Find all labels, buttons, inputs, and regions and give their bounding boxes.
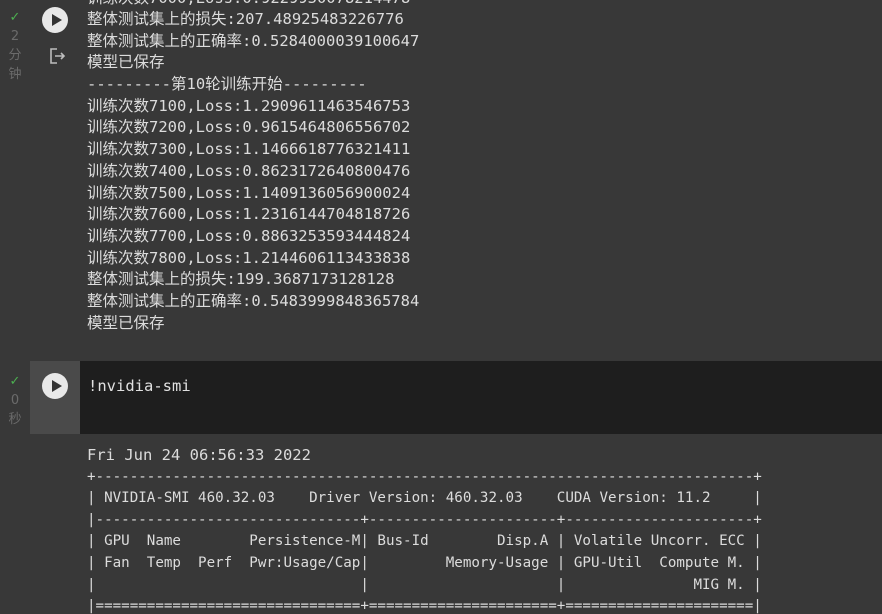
table-row: | GPU Name Persistence-M| Bus-Id Disp.A … bbox=[87, 533, 762, 549]
run-cell-button[interactable] bbox=[42, 373, 68, 399]
run-cell-button[interactable] bbox=[42, 7, 68, 33]
cell1-status: ✓ 2 分 钟 bbox=[0, 8, 30, 84]
output-line: 训练次数7500,Loss:1.1409136056900024 bbox=[87, 184, 411, 202]
exec-time-unit: 秒 bbox=[8, 412, 22, 427]
table-border: |-------------------------------+-------… bbox=[87, 512, 762, 528]
table-row: | | | MIG M. | bbox=[87, 577, 762, 593]
output-line: 训练次数7700,Loss:0.8863253593444824 bbox=[87, 227, 411, 245]
output-line: 整体测试集上的损失:207.48925483226776 bbox=[87, 10, 404, 28]
exec-time-value: 2 bbox=[10, 29, 20, 44]
output-line: 训练次数7100,Loss:1.2909611463546753 bbox=[87, 97, 411, 115]
output-line: 训练次数7200,Loss:0.9615464806556702 bbox=[87, 118, 411, 136]
code-text[interactable]: !nvidia-smi bbox=[88, 375, 191, 397]
success-check-icon: ✓ bbox=[9, 10, 21, 25]
output-line: 模型已保存 bbox=[87, 53, 165, 71]
exec-time-unit-1: 分 bbox=[8, 48, 22, 63]
output-line: 整体测试集上的正确率:0.5284000039100647 bbox=[87, 32, 420, 50]
table-border: |===============================+=======… bbox=[87, 598, 762, 614]
code-editor[interactable] bbox=[80, 361, 882, 434]
output-line: 整体测试集上的正确率:0.5483999848365784 bbox=[87, 292, 420, 310]
output-line: 训练次数7400,Loss:0.8623172640800476 bbox=[87, 162, 411, 180]
output-redirect-icon[interactable] bbox=[47, 46, 67, 70]
output-line: 训练次数7800,Loss:1.2144606113433838 bbox=[87, 249, 411, 267]
table-border: +---------------------------------------… bbox=[87, 469, 762, 485]
output-line: 整体测试集上的损失:199.3687173128128 bbox=[87, 270, 395, 288]
success-check-icon: ✓ bbox=[9, 374, 21, 389]
cell2-status: ✓ 0 秒 bbox=[0, 372, 30, 429]
output-line: Fri Jun 24 06:56:33 2022 bbox=[87, 446, 311, 464]
output-line: 模型已保存 bbox=[87, 314, 165, 332]
table-row: | Fan Temp Perf Pwr:Usage/Cap| Memory-Us… bbox=[87, 555, 762, 571]
output-line: 训练次数7300,Loss:1.1466618776321411 bbox=[87, 140, 411, 158]
play-icon bbox=[52, 380, 62, 392]
output-line: 训练次数7600,Loss:1.2316144704818726 bbox=[87, 205, 411, 223]
table-row: | NVIDIA-SMI 460.32.03 Driver Version: 4… bbox=[87, 490, 762, 506]
output-line: ---------第10轮训练开始--------- bbox=[87, 75, 367, 93]
exec-time-value: 0 bbox=[10, 393, 20, 408]
exec-time-unit-2: 钟 bbox=[8, 67, 22, 82]
play-icon bbox=[52, 14, 62, 26]
